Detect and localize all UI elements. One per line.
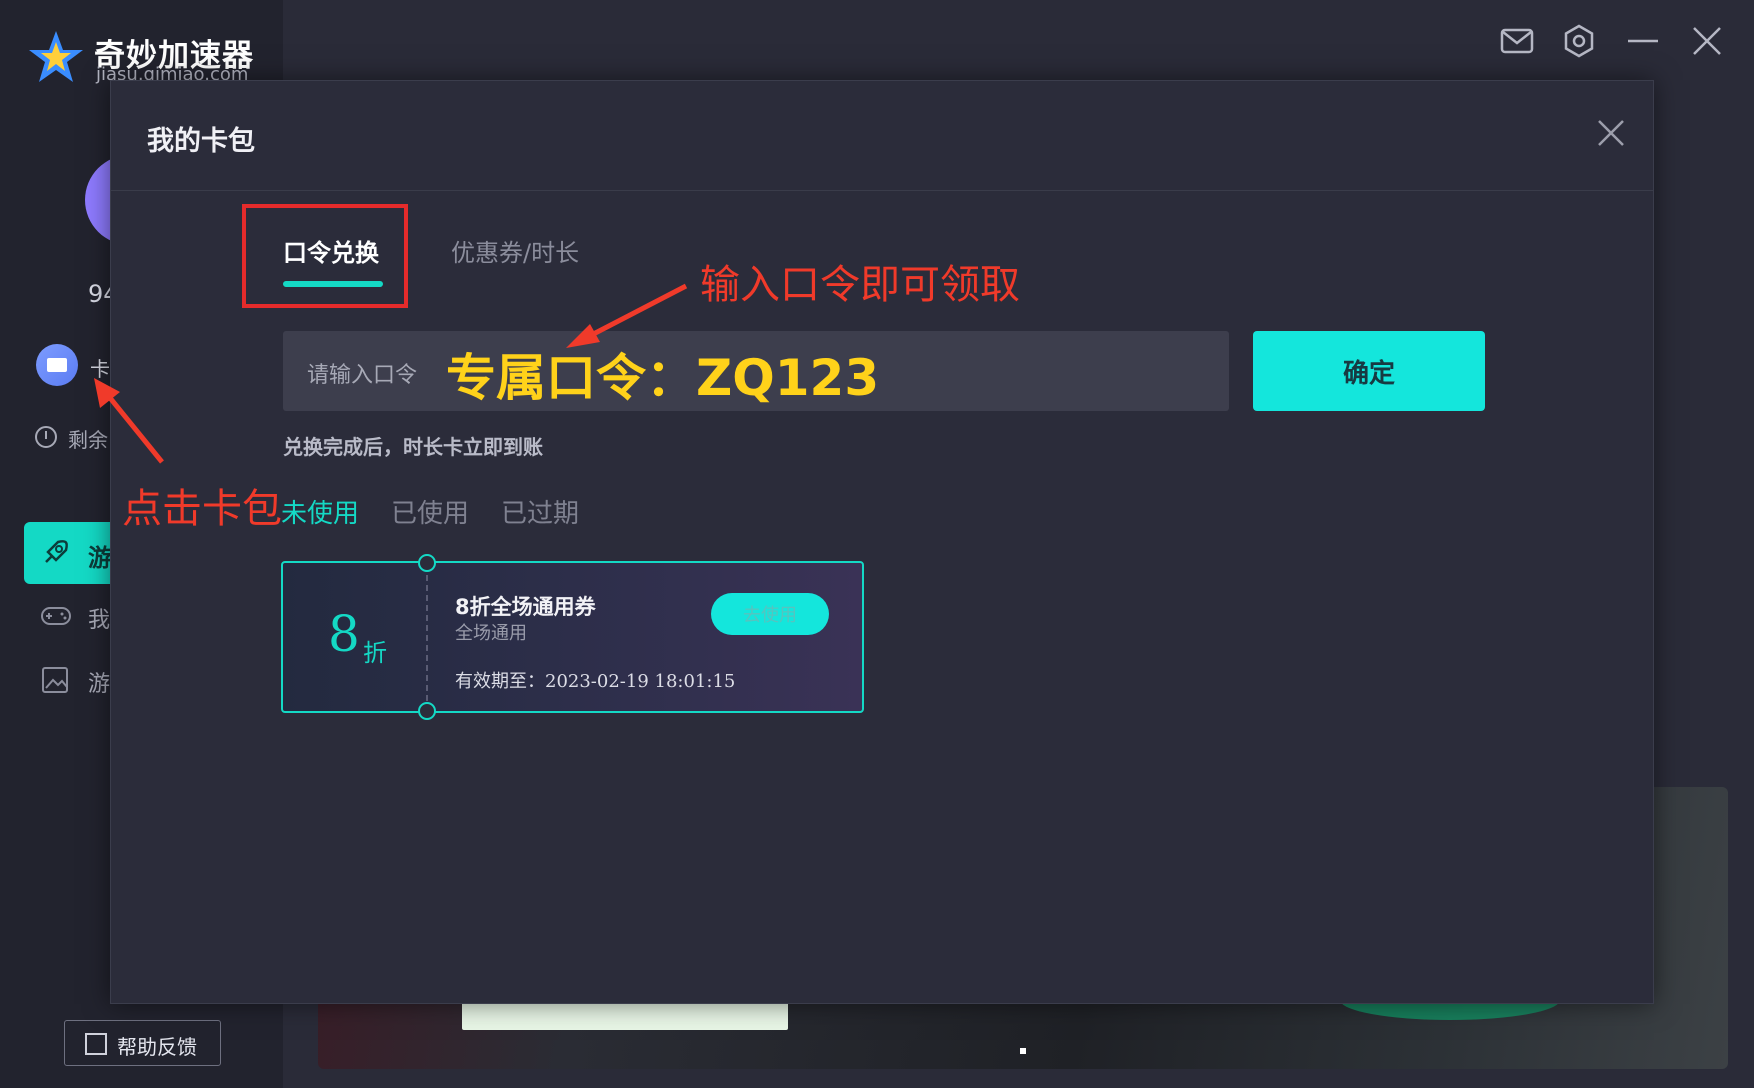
feedback-icon xyxy=(85,1033,107,1055)
coupon-divider xyxy=(426,575,428,701)
help-feedback-label: 帮助反馈 xyxy=(117,1035,197,1059)
coupon-title: 8折全场通用券 xyxy=(455,595,596,619)
filter-used[interactable]: 已使用 xyxy=(391,493,469,530)
arrow-to-input-icon xyxy=(566,283,688,348)
coupon-notch xyxy=(418,554,436,572)
coupon-notch xyxy=(418,702,436,720)
clock-icon xyxy=(35,426,57,448)
filter-unused[interactable]: 未使用 xyxy=(281,493,359,530)
input-code-annotation: 输入口令即可领取 xyxy=(700,262,1020,308)
minimize-icon[interactable] xyxy=(1624,22,1662,60)
sidebar-item-label: 我 xyxy=(88,608,111,633)
arrow-to-card-icon xyxy=(94,378,164,464)
image-icon xyxy=(42,667,68,693)
app-logo: 奇妙加速器 jiasu.qimiao.com xyxy=(26,28,266,88)
click-card-annotation: 点击卡包 xyxy=(122,486,282,532)
dialog-header: 我的卡包 xyxy=(111,81,1653,191)
close-icon[interactable] xyxy=(1591,113,1631,153)
coupon-discount-value: 8 xyxy=(328,605,360,663)
star-logo-icon xyxy=(29,31,83,82)
gamepad-icon xyxy=(41,607,71,625)
mail-icon[interactable] xyxy=(1498,22,1536,60)
tab-highlight-box xyxy=(242,204,408,308)
dialog-title: 我的卡包 xyxy=(147,126,255,157)
sidebar-item-label: 游 xyxy=(88,672,111,697)
tab-coupons-duration[interactable]: 优惠券/时长 xyxy=(451,233,579,268)
confirm-button[interactable]: 确定 xyxy=(1253,331,1485,411)
card-wallet-icon[interactable] xyxy=(36,344,78,386)
redeem-hint: 兑换完成后，时长卡立即到账 xyxy=(283,435,543,459)
coupon-card: 8 折 8折全场通用券 全场通用 有效期至：2023-02-19 18:01:1… xyxy=(281,554,864,720)
filter-expired[interactable]: 已过期 xyxy=(501,493,579,530)
settings-icon[interactable] xyxy=(1560,22,1598,60)
coupon-subtitle: 全场通用 xyxy=(455,623,527,644)
redeem-code-placeholder: 请输入口令 xyxy=(307,363,418,388)
carousel-indicator[interactable] xyxy=(1020,1048,1026,1054)
use-coupon-button[interactable]: 去使用 xyxy=(711,593,829,635)
coupon-discount-unit: 折 xyxy=(363,639,387,667)
help-feedback-button[interactable]: 帮助反馈 xyxy=(64,1020,221,1066)
sidebar-item-label: 游 xyxy=(88,544,112,572)
coupon-expiry: 有效期至：2023-02-19 18:01:15 xyxy=(455,671,736,692)
close-window-icon[interactable] xyxy=(1688,22,1726,60)
rocket-icon xyxy=(45,540,68,563)
